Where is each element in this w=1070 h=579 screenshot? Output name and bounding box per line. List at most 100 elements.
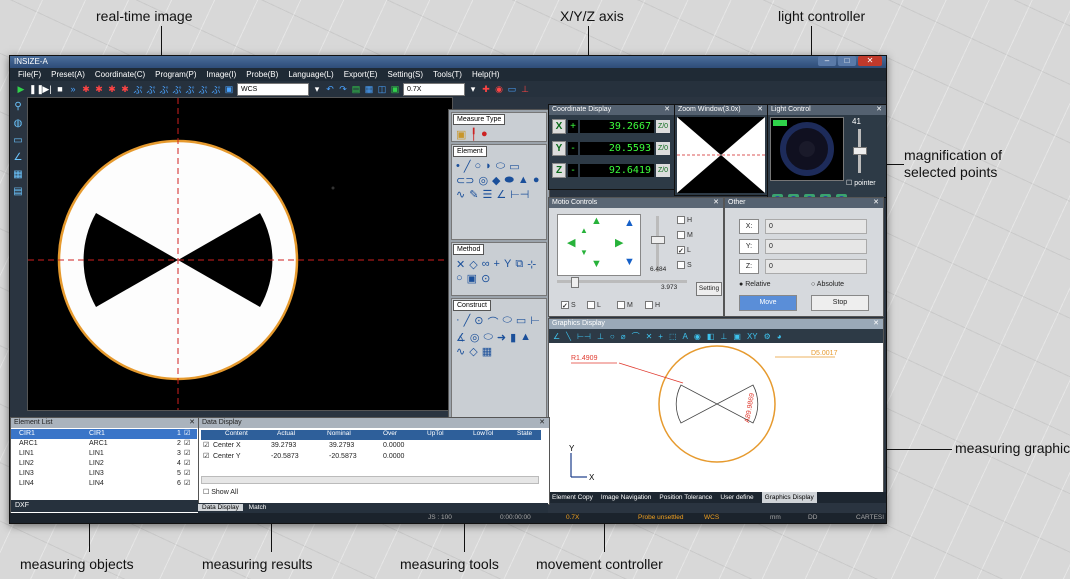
g-dist-icon[interactable]: ⊢⊣	[577, 332, 591, 341]
frame-icon[interactable]: ▣	[467, 272, 477, 285]
move-right-icon[interactable]: ▶	[615, 236, 623, 249]
check-bottom-s[interactable]: ✓ S	[561, 301, 576, 310]
move-up-small-icon[interactable]: ▲	[580, 226, 588, 235]
probe-icon-1[interactable]: ✱	[81, 84, 91, 95]
menu-probe[interactable]: Probe(B)	[246, 68, 278, 81]
tab-match[interactable]: Match	[245, 504, 267, 511]
play-icon[interactable]: ▶	[16, 84, 26, 95]
tab-data-display[interactable]: Data Display	[198, 504, 243, 511]
move-down-icon[interactable]: ▼	[591, 258, 602, 270]
light-icon[interactable]: ◫	[377, 84, 387, 95]
cone-icon[interactable]: ▲	[518, 174, 529, 187]
show-all-checkbox[interactable]: ☐ Show All	[203, 488, 238, 496]
target-method-icon[interactable]: ⊙	[481, 272, 490, 285]
axis-y-button[interactable]: Y	[552, 141, 566, 156]
table-row[interactable]: ☑ Center X 39.2793 39.2793 0.0000	[201, 441, 541, 451]
tab-element-copy[interactable]: Element Copy	[552, 492, 593, 503]
realtime-image-view[interactable]	[27, 97, 453, 411]
list-item[interactable]: ARC1 ARC1 2 ☑	[11, 439, 197, 449]
line-icon[interactable]: ╱	[464, 160, 471, 173]
ring-icon[interactable]: ◎	[478, 174, 488, 187]
cross-icon[interactable]: ✕	[456, 258, 465, 271]
step-slider-knob[interactable]	[571, 277, 579, 288]
axis-icon-4[interactable]: ぷ	[172, 83, 182, 96]
g-eraser-icon[interactable]: ◧	[707, 332, 715, 341]
zoom-select[interactable]: 0.7X	[403, 82, 465, 96]
circle-method-icon[interactable]: ○	[456, 272, 463, 285]
circle-icon[interactable]: ○	[474, 160, 481, 173]
close-icon[interactable]: ✕	[539, 418, 545, 428]
g-dia-icon[interactable]: ⌀	[621, 332, 626, 341]
matrix-icon[interactable]: ▦	[13, 169, 22, 180]
list-item[interactable]: LIN2 LIN2 4 ☑	[11, 459, 197, 469]
copy-icon[interactable]: ⧉	[515, 258, 523, 271]
stop-icon[interactable]: ■	[55, 84, 65, 94]
angle-icon[interactable]: ∠	[14, 152, 23, 163]
light-slider-knob[interactable]	[853, 147, 867, 155]
z-down-icon[interactable]: ▼	[624, 256, 635, 268]
x-input[interactable]: 0	[765, 219, 867, 234]
close-icon[interactable]: ✕	[873, 198, 879, 208]
c-arc-icon[interactable]: ⌒	[488, 314, 499, 330]
check-s[interactable]: S	[677, 261, 692, 269]
check-m[interactable]: M	[677, 231, 693, 239]
g-settings-icon[interactable]: ⚙	[764, 332, 771, 341]
element-list-footer[interactable]: DXF	[11, 500, 201, 512]
menu-help[interactable]: Help(H)	[472, 68, 500, 81]
c-circle-icon[interactable]: ⊙	[474, 314, 483, 330]
axis-icon-5[interactable]: ぷ	[185, 83, 195, 96]
g-line-icon[interactable]: ╲	[566, 332, 571, 341]
move-down-small-icon[interactable]: ▼	[580, 248, 588, 257]
probe-left-icon[interactable]: ⚲	[14, 101, 21, 112]
z-up-icon[interactable]: ▲	[624, 217, 635, 229]
close-icon[interactable]: ✕	[876, 105, 882, 115]
axis-icon-7[interactable]: ぷ	[211, 83, 221, 96]
maximize-button[interactable]: □	[838, 56, 856, 66]
c-angle-icon[interactable]: ∡	[456, 331, 466, 344]
y-input[interactable]: 0	[765, 239, 867, 254]
probe-icon-2[interactable]: ✱	[94, 84, 104, 95]
menu-setting[interactable]: Setting(S)	[387, 68, 423, 81]
axis-red-icon[interactable]: ⊥	[520, 84, 530, 95]
zoom-chevron-icon[interactable]: ▾	[468, 84, 478, 95]
c-dist-icon[interactable]: ⊢	[530, 314, 540, 330]
y-zero-button[interactable]: Z/0	[656, 142, 670, 155]
absolute-radio[interactable]: ○ Absolute	[811, 281, 844, 288]
c-cyl-icon[interactable]: ▮	[510, 331, 516, 344]
close-icon[interactable]: ✕	[189, 418, 195, 428]
g-circle-icon[interactable]: ○	[610, 332, 615, 341]
check-bottom-h[interactable]: H	[645, 301, 660, 309]
target-icon[interactable]: ◉	[494, 84, 504, 95]
move-button[interactable]: Move	[739, 295, 797, 311]
globe-icon[interactable]: ◍	[14, 118, 23, 129]
g-perp-icon[interactable]: ⊥	[597, 332, 604, 341]
g-fit-icon[interactable]: ▣	[733, 332, 741, 341]
c-cone-icon[interactable]: ▲	[520, 331, 531, 344]
g-axis-icon[interactable]: ⊥	[720, 332, 727, 341]
g-xy-icon[interactable]: XY	[747, 332, 758, 341]
c-grid-icon[interactable]: ▦	[482, 345, 492, 358]
c-point-icon[interactable]: ·	[456, 314, 460, 330]
check-bottom-l[interactable]: L	[587, 301, 601, 309]
check-bottom-m[interactable]: M	[617, 301, 633, 309]
c-oval-icon[interactable]: ⬭	[483, 331, 492, 344]
laser-mode-icon[interactable]: ●	[481, 128, 488, 141]
c-shape-icon[interactable]: ◇	[469, 345, 477, 358]
speed-slider[interactable]	[656, 216, 659, 272]
axis-icon-3[interactable]: ぷ	[159, 83, 169, 96]
close-icon[interactable]: ✕	[757, 105, 763, 115]
save-icon[interactable]: ▣	[224, 84, 234, 95]
probe-mode-icon[interactable]: ╿	[470, 128, 477, 141]
link-icon[interactable]: ∞	[482, 258, 490, 271]
pen-icon[interactable]: ✎	[469, 188, 478, 201]
close-icon[interactable]: ✕	[873, 319, 879, 329]
tab-user-define[interactable]: User define	[720, 492, 753, 503]
arc-icon[interactable]: ◗	[485, 160, 492, 173]
minimize-button[interactable]: –	[818, 56, 836, 66]
keyboard-icon[interactable]: ▤	[13, 186, 22, 197]
chevron-down-icon[interactable]: ▾	[312, 84, 322, 95]
table-row[interactable]: ☑ Center Y -20.5873 -20.5873 0.0000	[201, 452, 541, 462]
rectangle-icon[interactable]: ▭	[509, 160, 519, 173]
setting-button[interactable]: Setting	[696, 282, 722, 296]
g-arc-icon[interactable]: ⌒	[632, 331, 640, 342]
